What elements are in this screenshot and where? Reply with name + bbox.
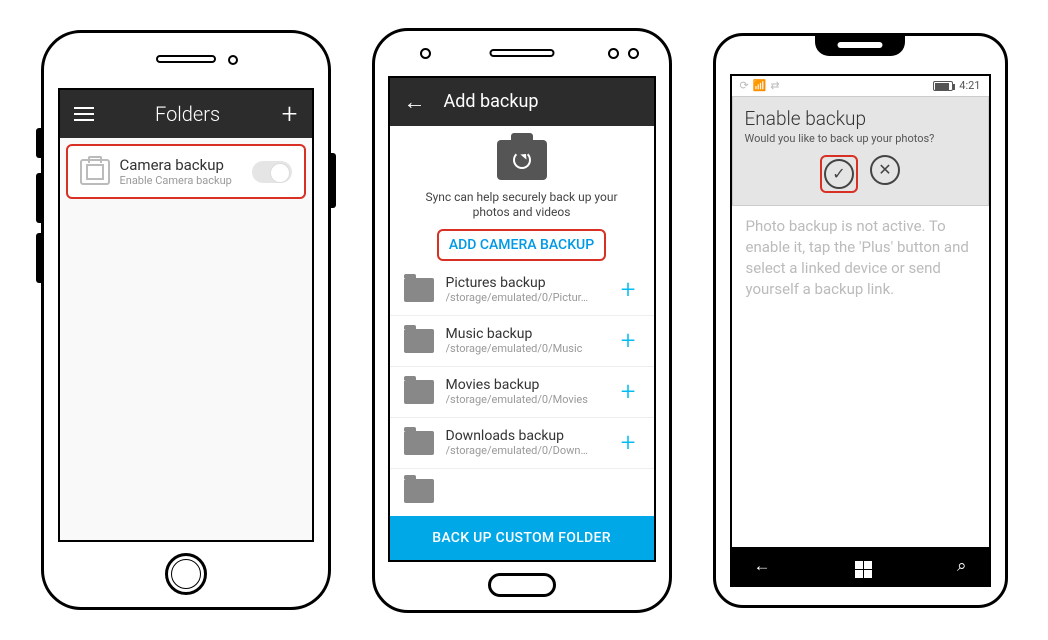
folder-path: /storage/emulated/0/Down… xyxy=(446,444,617,457)
android-front-camera xyxy=(420,48,431,59)
android-header-bar: ← Add backup xyxy=(390,78,654,126)
windows-icon xyxy=(855,561,872,578)
folder-icon xyxy=(404,278,434,302)
close-icon: ✕ xyxy=(878,160,891,179)
folder-path: /storage/emulated/0/Movies xyxy=(446,393,617,406)
wp-screen: ⟳ 📶 ⇄ 4:21 Enable backup Would you like … xyxy=(730,74,991,587)
iphone-side-button xyxy=(36,173,41,223)
camera-sync-icon xyxy=(497,140,547,180)
confirm-button[interactable]: ✓ xyxy=(824,159,854,189)
confirm-highlight: ✓ xyxy=(820,155,858,193)
camera-icon xyxy=(80,159,110,185)
wp-navigation-bar: ← ⌕ xyxy=(732,547,989,585)
battery-icon xyxy=(933,81,953,91)
camera-backup-text: Camera backup Enable Camera backup xyxy=(120,156,252,187)
android-home-button[interactable] xyxy=(488,573,556,597)
backup-custom-folder-button[interactable]: BACK UP CUSTOM FOLDER xyxy=(390,516,654,560)
folder-icon xyxy=(404,329,434,353)
folder-row[interactable]: Downloads backup /storage/emulated/0/Dow… xyxy=(390,418,654,469)
back-nav-button[interactable]: ← xyxy=(754,556,771,576)
android-sensor xyxy=(608,48,619,59)
android-earpiece xyxy=(489,49,554,57)
check-icon: ✓ xyxy=(832,164,845,183)
ios-header-bar: Folders + xyxy=(60,90,312,138)
menu-icon[interactable] xyxy=(74,107,94,121)
folder-row[interactable]: Movies backup /storage/emulated/0/Movies… xyxy=(390,367,654,418)
windows-nav-button[interactable] xyxy=(855,554,872,578)
add-folder-button[interactable]: + xyxy=(617,275,640,305)
status-time: 4:21 xyxy=(959,79,980,92)
add-folder-button[interactable]: + xyxy=(617,428,640,458)
iphone-earpiece xyxy=(156,55,216,63)
back-arrow-icon[interactable]: ← xyxy=(404,89,426,115)
signal-icon: 📶 xyxy=(753,79,767,92)
iphone-side-button xyxy=(331,153,336,208)
dialog-title: Enable backup xyxy=(745,107,976,130)
folder-title: Music backup xyxy=(446,326,617,342)
iphone-side-button xyxy=(36,233,41,283)
refresh-icon xyxy=(513,151,531,169)
ios-screen: Folders + Camera backup Enable Camera ba… xyxy=(58,88,314,542)
backup-instruction-text: Photo backup is not active. To enable it… xyxy=(732,206,989,310)
android-device-frame: ← Add backup Sync can help securely back… xyxy=(372,28,672,613)
add-camera-backup-button[interactable]: ADD CAMERA BACKUP xyxy=(437,229,606,261)
sync-status-icon: ⟳ xyxy=(740,79,749,92)
iphone-home-button[interactable] xyxy=(165,553,207,595)
camera-backup-toggle[interactable] xyxy=(252,161,292,183)
android-sensor xyxy=(628,48,639,59)
dialog-subtitle: Would you like to back up your photos? xyxy=(745,132,976,145)
folder-path: /storage/emulated/0/Pictur… xyxy=(446,291,617,304)
ios-header-title: Folders xyxy=(94,102,282,126)
android-hero-section: Sync can help securely back up your phot… xyxy=(390,126,654,265)
folder-icon xyxy=(404,479,434,503)
camera-backup-title: Camera backup xyxy=(120,156,252,174)
iphone-front-camera xyxy=(228,55,238,65)
wifi-icon: ⇄ xyxy=(770,79,779,92)
folder-icon xyxy=(404,431,434,455)
folder-row[interactable]: Music backup /storage/emulated/0/Music + xyxy=(390,316,654,367)
add-button[interactable]: + xyxy=(282,100,298,128)
folder-row[interactable]: Pictures backup /storage/emulated/0/Pict… xyxy=(390,265,654,316)
enable-backup-dialog: Enable backup Would you like to back up … xyxy=(732,96,989,206)
android-screen: ← Add backup Sync can help securely back… xyxy=(388,76,656,562)
folder-path: /storage/emulated/0/Music xyxy=(446,342,617,355)
windows-phone-frame: ⟳ 📶 ⇄ 4:21 Enable backup Would you like … xyxy=(713,33,1008,608)
cancel-button[interactable]: ✕ xyxy=(870,155,900,185)
folder-title: Movies backup xyxy=(446,377,617,393)
folder-title: Downloads backup xyxy=(446,428,617,444)
add-folder-button[interactable]: + xyxy=(617,326,640,356)
wp-status-bar: ⟳ 📶 ⇄ 4:21 xyxy=(732,76,989,96)
folder-title: Pictures backup xyxy=(446,275,617,291)
folder-icon xyxy=(404,380,434,404)
search-nav-button[interactable]: ⌕ xyxy=(957,556,967,576)
backup-folder-list: Pictures backup /storage/emulated/0/Pict… xyxy=(390,265,654,516)
hero-description: Sync can help securely back up your phot… xyxy=(408,190,636,221)
camera-backup-row[interactable]: Camera backup Enable Camera backup xyxy=(66,144,306,199)
folder-row-partial[interactable] xyxy=(390,469,654,513)
camera-backup-subtitle: Enable Camera backup xyxy=(120,174,252,187)
android-header-title: Add backup xyxy=(444,91,539,112)
iphone-device-frame: Folders + Camera backup Enable Camera ba… xyxy=(41,30,331,610)
wp-notch xyxy=(815,34,905,56)
add-folder-button[interactable]: + xyxy=(617,377,640,407)
